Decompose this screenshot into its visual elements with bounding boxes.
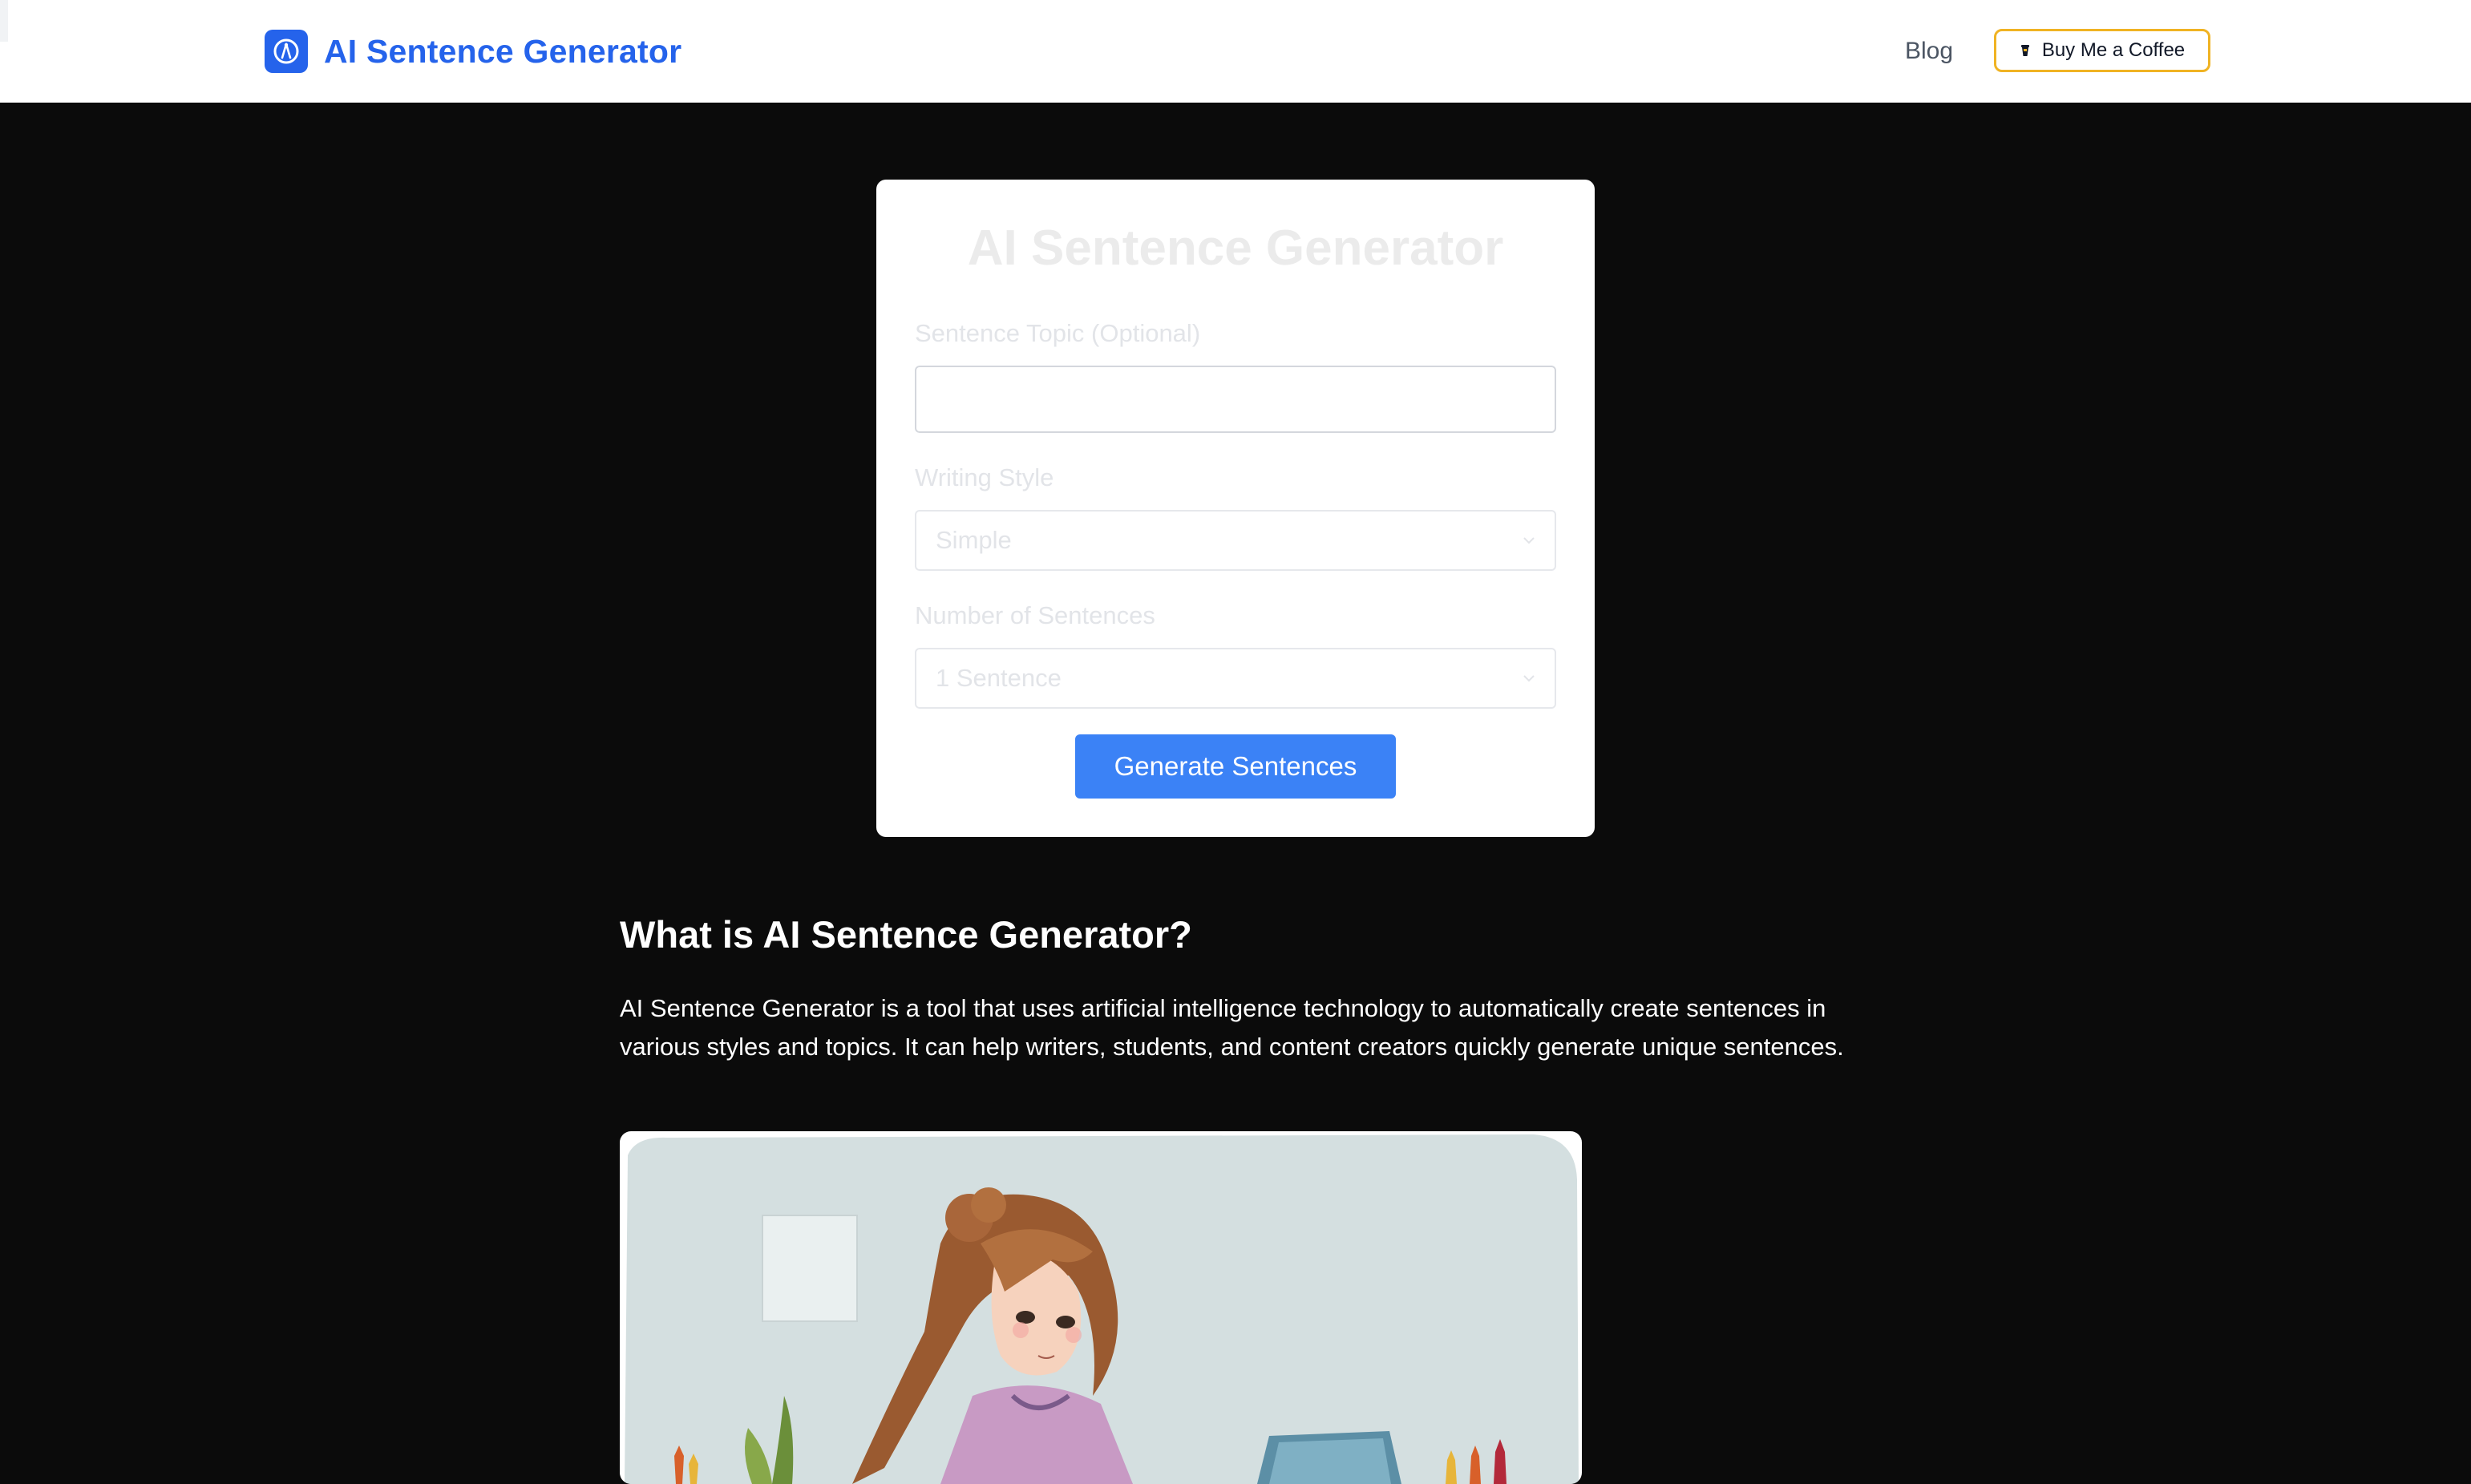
brand-name: AI Sentence Generator xyxy=(324,32,682,70)
chevron-down-icon xyxy=(1523,536,1535,544)
article-paragraph: AI Sentence Generator is a tool that use… xyxy=(620,994,1844,1061)
topic-input[interactable] xyxy=(915,366,1556,433)
buy-me-a-coffee-button[interactable]: Buy Me a Coffee xyxy=(1994,29,2210,72)
coffee-button-label: Buy Me a Coffee xyxy=(2041,39,2186,61)
nav-blog-link[interactable]: Blog xyxy=(1905,32,1953,71)
compass-icon xyxy=(265,30,308,73)
illustration-image xyxy=(620,1131,1582,1484)
coffee-icon xyxy=(2020,42,2031,59)
corner-tab xyxy=(0,0,8,42)
chevron-down-icon xyxy=(1523,674,1535,682)
sentence-count-value: 1 Sentence xyxy=(936,664,1062,692)
article-heading: What is AI Sentence Generator? xyxy=(620,913,1192,956)
generator-title: AI Sentence Generator xyxy=(967,220,1504,276)
writing-style-select[interactable]: Simple xyxy=(915,510,1556,571)
sentence-count-select[interactable]: 1 Sentence xyxy=(915,648,1556,709)
generate-sentences-button[interactable]: Generate Sentences xyxy=(1075,734,1396,799)
brand-link[interactable]: AI Sentence Generator xyxy=(265,29,681,74)
generator-card: AI Sentence Generator Sentence Topic (Op… xyxy=(876,180,1595,837)
topic-label: Sentence Topic (Optional) xyxy=(915,319,1201,347)
writing-style-label: Writing Style xyxy=(915,463,1054,491)
sentence-count-label: Number of Sentences xyxy=(915,601,1155,629)
writing-style-value: Simple xyxy=(936,526,1012,554)
site-header: AI Sentence Generator Blog Buy Me a Coff… xyxy=(0,0,2471,103)
